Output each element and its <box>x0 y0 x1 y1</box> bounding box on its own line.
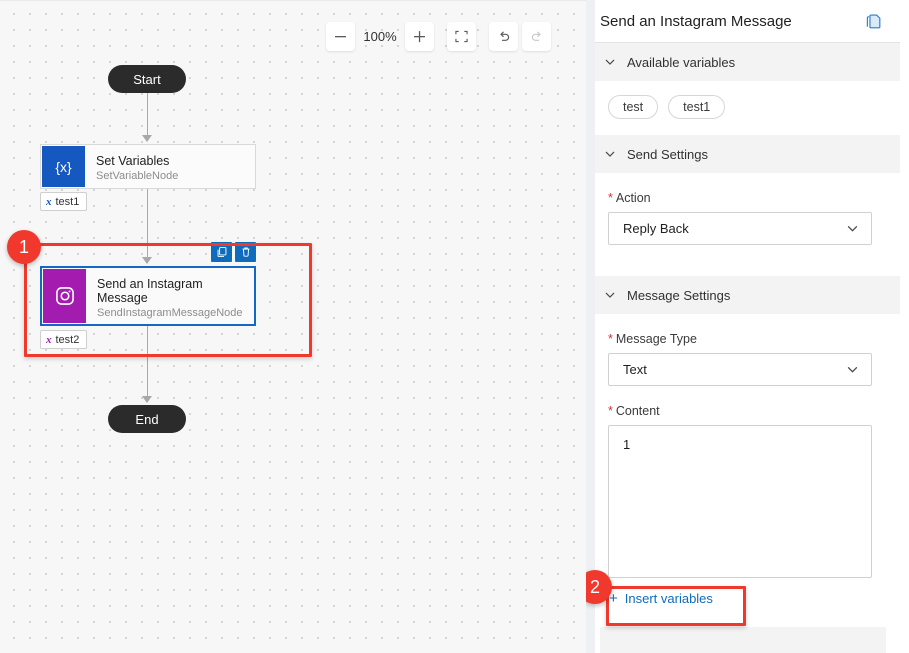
node-send-instagram-message-text: Send an Instagram Message SendInstagramM… <box>87 268 254 324</box>
panel-title: Send an Instagram Message <box>600 12 792 30</box>
chevron-down-icon <box>604 56 616 68</box>
app-root: 100% Start {x} Set Variables SetVariable… <box>0 0 909 653</box>
section-available-variables-label: Available variables <box>627 54 736 70</box>
canvas-toolbar: 100% <box>326 22 551 51</box>
canvas-variable-chip-test2[interactable]: x test2 <box>40 330 88 349</box>
edge-start-to-setvar <box>147 93 148 137</box>
content-label-text: Content <box>615 404 660 418</box>
section-available-variables[interactable]: Available variables <box>586 43 900 81</box>
zoom-in-button[interactable] <box>405 22 434 51</box>
section-send-settings-label: Send Settings <box>627 146 708 162</box>
redo-button[interactable] <box>522 22 551 51</box>
zoom-out-button[interactable] <box>326 22 355 51</box>
insert-variables-label: Insert variables <box>624 591 713 606</box>
zoom-level-label: 100% <box>363 29 397 44</box>
panel-footer-bar <box>600 627 886 653</box>
required-asterisk: * <box>608 191 613 205</box>
set-variable-icon-glyph: {x} <box>55 158 72 175</box>
variable-chip-test1[interactable]: test1 <box>668 95 726 119</box>
node-action-buttons <box>211 242 256 262</box>
content-label: * Content <box>608 404 872 418</box>
fit-to-screen-button[interactable] <box>447 22 476 51</box>
instagram-icon <box>43 269 86 323</box>
annotation-badge-1: 1 <box>7 230 41 264</box>
node-start[interactable]: Start <box>108 65 186 93</box>
edge-setvar-to-insta <box>147 189 148 259</box>
canvas-variable-chip-test2-label: test2 <box>55 333 80 346</box>
panel-body: Available variables test test1 Send Sett… <box>586 43 900 653</box>
node-set-variables[interactable]: {x} Set Variables SetVariableNode <box>40 144 256 189</box>
node-send-instagram-message-subtitle: SendInstagramMessageNode <box>97 306 243 319</box>
field-message-type: * Message Type Text <box>586 332 900 386</box>
canvas-variable-chip-test1-label: test1 <box>55 195 80 208</box>
message-type-label-text: Message Type <box>615 332 697 346</box>
node-send-instagram-message[interactable]: Send an Instagram Message SendInstagramM… <box>40 266 256 326</box>
copy-icon[interactable] <box>211 242 232 262</box>
node-set-variables-text: Set Variables SetVariableNode <box>86 145 255 188</box>
action-select-value: Reply Back <box>623 221 689 236</box>
node-send-instagram-message-title: Send an Instagram Message <box>97 276 203 305</box>
section-message-settings[interactable]: Message Settings <box>586 276 900 314</box>
available-variables-chips: test test1 <box>586 81 900 135</box>
variable-x-icon: x <box>46 195 52 208</box>
field-action: * Action Reply Back <box>586 191 900 245</box>
properties-panel: Send an Instagram Message Available vari… <box>586 0 900 653</box>
insert-variables-button[interactable]: + Insert variables <box>609 591 713 606</box>
node-start-label: Start <box>133 71 161 87</box>
node-end[interactable]: End <box>108 405 186 433</box>
action-select[interactable]: Reply Back <box>608 212 872 245</box>
field-content: * Content 1 <box>586 404 900 578</box>
variable-chip-test[interactable]: test <box>608 95 659 119</box>
content-textarea[interactable]: 1 <box>608 425 872 578</box>
message-type-label: * Message Type <box>608 332 872 346</box>
edge-arrow-1 <box>142 135 152 142</box>
panel-header: Send an Instagram Message <box>586 0 900 43</box>
action-label-text: Action <box>615 191 651 205</box>
message-type-select-value: Text <box>623 362 647 377</box>
chevron-down-icon-4 <box>604 289 616 301</box>
chevron-down-icon-5 <box>846 363 859 376</box>
delete-icon[interactable] <box>235 242 256 262</box>
chevron-down-icon-2 <box>604 148 616 160</box>
edge-insta-to-end <box>147 326 148 398</box>
node-end-label: End <box>135 411 159 427</box>
panel-pages-icon[interactable] <box>865 12 884 31</box>
section-message-settings-label: Message Settings <box>627 287 731 303</box>
canvas-variable-chip-test1[interactable]: x test1 <box>40 192 88 211</box>
panel-divider <box>586 0 595 653</box>
edge-arrow-3 <box>142 396 152 403</box>
chevron-down-icon-3 <box>846 222 859 235</box>
section-send-settings[interactable]: Send Settings <box>586 135 900 173</box>
undo-button[interactable] <box>489 22 518 51</box>
action-label: * Action <box>608 191 872 205</box>
flow-canvas[interactable]: 100% Start {x} Set Variables SetVariable… <box>0 0 586 653</box>
variable-x-icon-2: x <box>46 333 52 346</box>
set-variable-icon: {x} <box>42 146 85 187</box>
edge-arrow-2 <box>142 257 152 264</box>
message-type-select[interactable]: Text <box>608 353 872 386</box>
required-asterisk-2: * <box>608 332 613 346</box>
node-set-variables-title: Set Variables <box>96 154 170 168</box>
required-asterisk-3: * <box>608 404 613 418</box>
node-set-variables-subtitle: SetVariableNode <box>96 170 179 182</box>
